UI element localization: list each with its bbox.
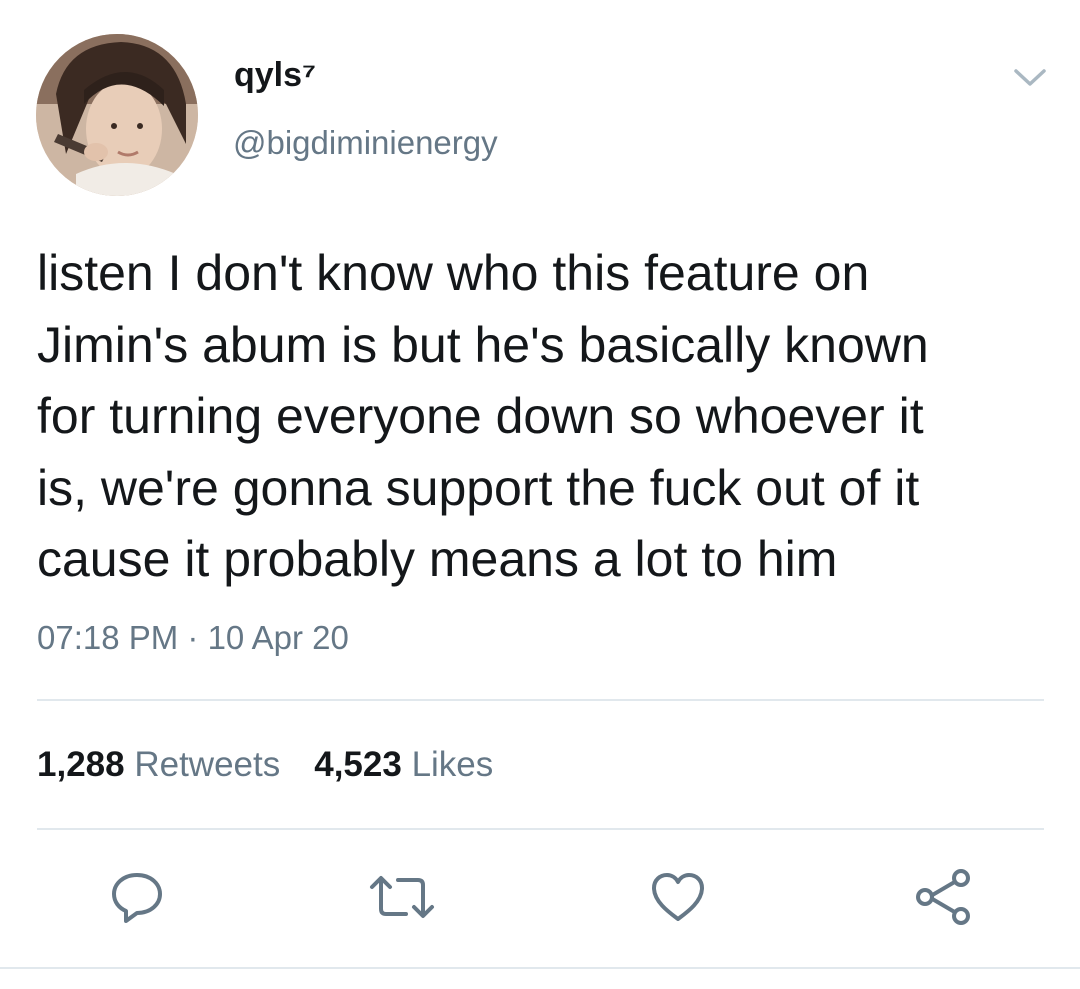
reply-icon: [112, 873, 162, 923]
tweet-text-line: cause it probably means a lot to him: [37, 531, 838, 587]
share-icon: [916, 869, 970, 925]
retweet-button[interactable]: [364, 862, 440, 932]
avatar[interactable]: [36, 34, 198, 196]
likes-stat[interactable]: 4,523 Likes: [314, 745, 493, 784]
tweet-stats: 1,288 Retweets 4,523 Likes: [37, 742, 493, 788]
share-button[interactable]: [906, 862, 982, 932]
reply-button[interactable]: [99, 862, 175, 932]
retweets-label: Retweets: [134, 745, 281, 784]
tweet-text-line: listen I don't know who this feature on: [37, 245, 870, 301]
retweets-stat[interactable]: 1,288 Retweets: [37, 745, 280, 784]
avatar-image: [36, 34, 198, 196]
heart-icon: [652, 873, 704, 921]
likes-label: Likes: [411, 745, 494, 784]
divider: [37, 699, 1044, 701]
retweets-count: 1,288: [37, 745, 125, 784]
user-handle[interactable]: @bigdiminienergy: [233, 120, 498, 166]
tweet-text: listen I don't know who this feature on …: [37, 238, 1047, 596]
tweet-text-line: Jimin's abum is but he's basically known: [37, 316, 929, 373]
chevron-down-icon[interactable]: [1008, 62, 1052, 92]
retweet-icon: [370, 876, 434, 918]
tweet-timestamp[interactable]: 07:18 PM · 10 Apr 20: [37, 615, 349, 661]
tweet-text-line: for turning everyone down so whoever it: [37, 388, 924, 444]
divider: [37, 828, 1044, 830]
likes-count: 4,523: [314, 745, 402, 784]
display-name[interactable]: qyls⁷: [234, 50, 316, 100]
like-button[interactable]: [640, 862, 716, 932]
tweet-text-line: is, we're gonna support the fuck out of …: [37, 459, 920, 516]
divider: [0, 967, 1080, 969]
